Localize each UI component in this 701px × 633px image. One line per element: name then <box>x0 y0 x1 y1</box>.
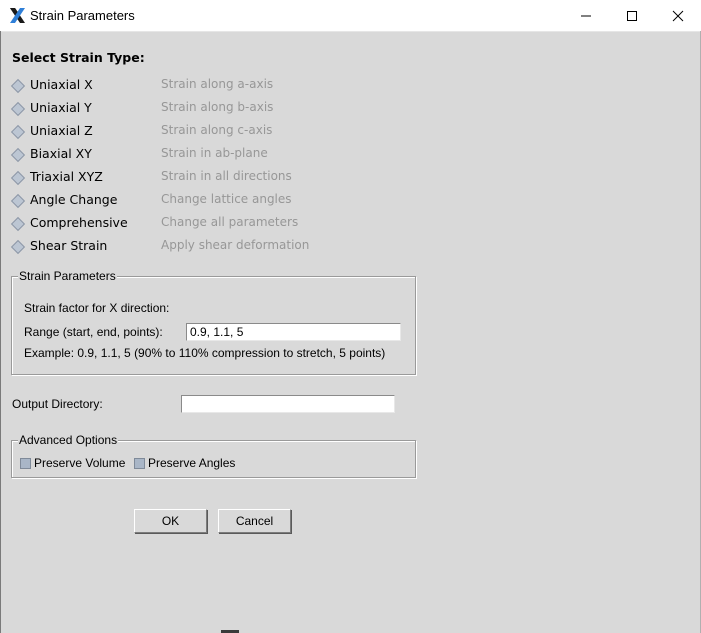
radio-indicator[interactable] <box>10 170 26 186</box>
preserve-angles-label[interactable]: Preserve Angles <box>148 456 235 470</box>
preserve-volume-checkbox[interactable] <box>20 458 31 469</box>
radio-biaxial-xy[interactable]: Biaxial XY Strain in ab-plane <box>10 144 431 166</box>
radio-label: Triaxial XYZ <box>30 169 103 184</box>
radio-description: Strain in ab-plane <box>161 146 268 160</box>
radio-label: Uniaxial X <box>30 77 93 92</box>
range-example-text: Example: 0.9, 1.1, 5 (90% to 110% compre… <box>24 346 386 360</box>
radio-indicator[interactable] <box>10 101 26 117</box>
radio-indicator[interactable] <box>10 239 26 255</box>
strain-parameters-legend: Strain Parameters <box>18 269 117 283</box>
radio-indicator[interactable] <box>10 147 26 163</box>
radio-indicator[interactable] <box>10 193 26 209</box>
title-bar: Strain Parameters <box>0 0 701 32</box>
radio-indicator[interactable] <box>10 216 26 232</box>
cancel-button[interactable]: Cancel <box>218 509 291 533</box>
close-button[interactable] <box>655 0 701 31</box>
radio-indicator[interactable] <box>10 124 26 140</box>
output-directory-input[interactable] <box>181 395 395 413</box>
radio-label: Angle Change <box>30 192 118 207</box>
radio-angle-change[interactable]: Angle Change Change lattice angles <box>10 190 431 212</box>
radio-description: Strain along a-axis <box>161 77 274 91</box>
strain-type-heading: Select Strain Type: <box>12 50 145 65</box>
minimize-icon <box>581 15 591 16</box>
radio-description: Change all parameters <box>161 215 299 229</box>
radio-uniaxial-x[interactable]: Uniaxial X Strain along a-axis <box>10 75 431 97</box>
maximize-button[interactable] <box>609 0 655 31</box>
maximize-icon <box>627 10 637 21</box>
window-title: Strain Parameters <box>30 8 135 23</box>
advanced-options-legend: Advanced Options <box>18 433 119 447</box>
range-label: Range (start, end, points): <box>24 325 163 339</box>
radio-label: Biaxial XY <box>30 146 92 161</box>
radio-triaxial-xyz[interactable]: Triaxial XYZ Strain in all directions <box>10 167 431 189</box>
radio-uniaxial-z[interactable]: Uniaxial Z Strain along c-axis <box>10 121 431 143</box>
ok-button[interactable]: OK <box>134 509 207 533</box>
radio-description: Change lattice angles <box>161 192 292 206</box>
radio-label: Shear Strain <box>30 238 108 253</box>
radio-label: Uniaxial Y <box>30 100 92 115</box>
radio-description: Strain along b-axis <box>161 100 274 114</box>
range-input[interactable] <box>186 323 401 341</box>
close-icon <box>672 10 684 21</box>
radio-uniaxial-y[interactable]: Uniaxial Y Strain along b-axis <box>10 98 431 120</box>
minimize-button[interactable] <box>563 0 609 31</box>
radio-shear-strain[interactable]: Shear Strain Apply shear deformation <box>10 236 431 258</box>
radio-label: Comprehensive <box>30 215 128 230</box>
window-frame-left <box>0 31 1 633</box>
radio-description: Strain in all directions <box>161 169 292 183</box>
radio-label: Uniaxial Z <box>30 123 93 138</box>
radio-description: Strain along c-axis <box>161 123 273 137</box>
output-directory-label: Output Directory: <box>12 397 103 411</box>
strain-factor-label: Strain factor for X direction: <box>24 301 170 315</box>
x-app-icon <box>10 8 25 23</box>
radio-comprehensive[interactable]: Comprehensive Change all parameters <box>10 213 431 235</box>
preserve-angles-checkbox[interactable] <box>134 458 145 469</box>
radio-description: Apply shear deformation <box>161 238 310 252</box>
preserve-volume-label[interactable]: Preserve Volume <box>34 456 125 470</box>
radio-indicator[interactable] <box>10 78 26 94</box>
